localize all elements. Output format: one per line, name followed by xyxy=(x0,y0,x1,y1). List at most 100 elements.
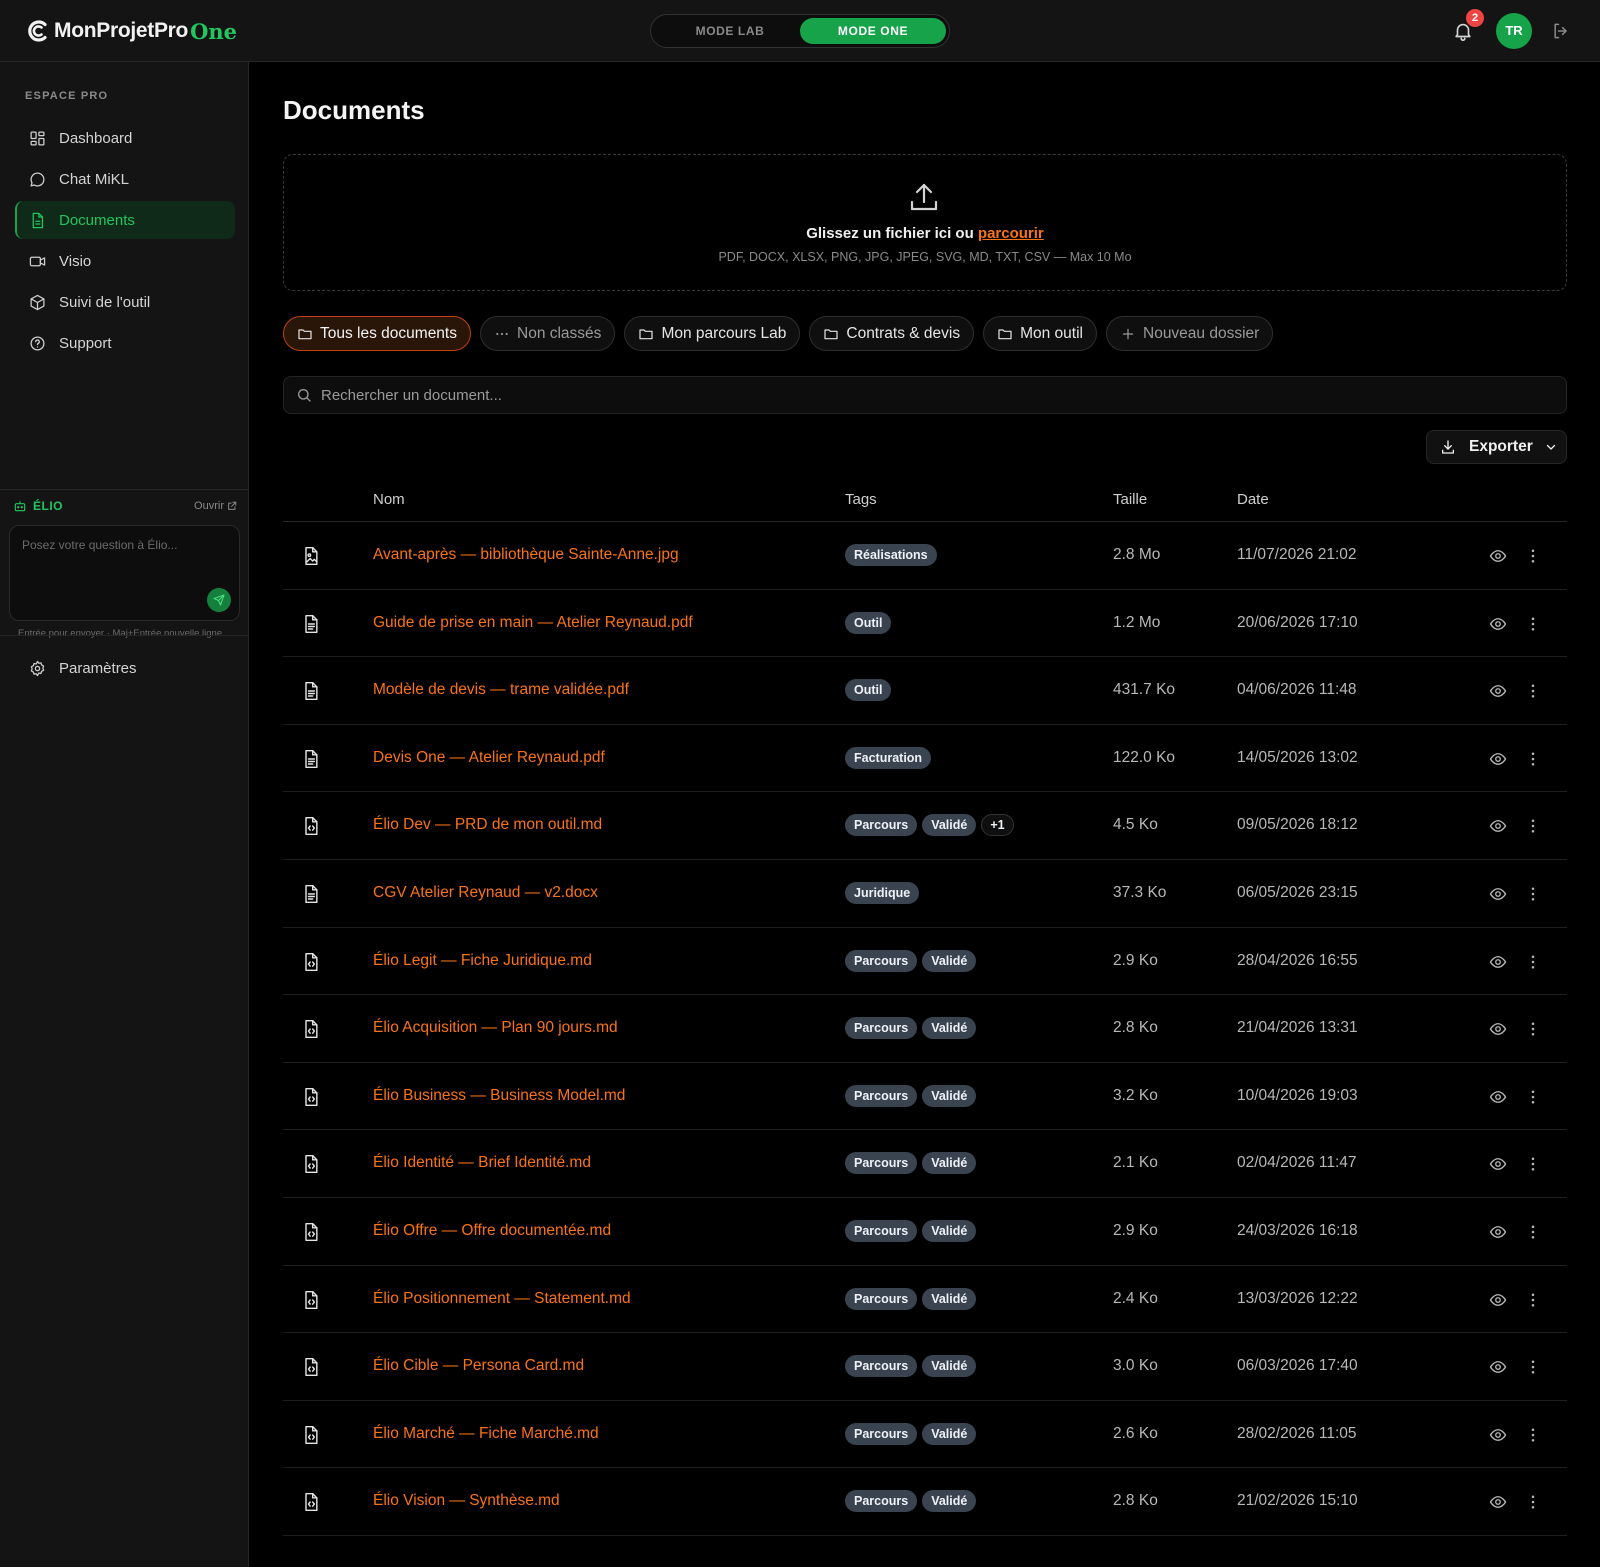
sidebar-item-chat-mikl[interactable]: Chat MiKL xyxy=(15,160,235,198)
eye-icon[interactable] xyxy=(1489,1493,1507,1511)
eye-icon[interactable] xyxy=(1489,885,1507,903)
more-tags-badge[interactable]: +1 xyxy=(981,814,1014,837)
sidebar-item-documents[interactable]: Documents xyxy=(15,201,235,239)
sidebar-item-visio[interactable]: Visio xyxy=(15,242,235,280)
more-vertical-icon[interactable] xyxy=(1524,1493,1542,1511)
document-name-link[interactable]: Élio Identité — Brief Identité.md xyxy=(373,1154,591,1172)
eye-icon[interactable] xyxy=(1489,750,1507,768)
eye-icon[interactable] xyxy=(1489,1358,1507,1376)
document-name-link[interactable]: Élio Offre — Offre documentée.md xyxy=(373,1222,611,1240)
document-name-link[interactable]: Élio Business — Business Model.md xyxy=(373,1087,625,1105)
document-name-link[interactable]: Élio Legit — Fiche Juridique.md xyxy=(373,952,592,970)
tag-badge: Validé xyxy=(922,1017,977,1040)
table-row[interactable]: Avant-après — bibliothèque Sainte-Anne.j… xyxy=(283,522,1567,590)
table-row[interactable]: Élio Dev — PRD de mon outil.md Parcours Va… xyxy=(283,792,1567,860)
table-row[interactable]: Élio Vision — Synthèse.md Parcours Validé 2… xyxy=(283,1468,1567,1536)
eye-icon[interactable] xyxy=(1489,1088,1507,1106)
folder-chip-all[interactable]: Tous les documents xyxy=(283,316,471,351)
tag-badge: Parcours xyxy=(845,814,918,837)
table-row[interactable]: Élio Offre — Offre documentée.md Parcours… xyxy=(283,1198,1567,1266)
table-row[interactable]: CGV Atelier Reynaud — v2.docx Juridique 37… xyxy=(283,860,1567,928)
eye-icon[interactable] xyxy=(1489,1426,1507,1444)
elio-send-button[interactable] xyxy=(207,588,231,612)
table-row[interactable]: Élio Marché — Fiche Marché.md Parcours Val… xyxy=(283,1401,1567,1469)
table-row[interactable]: Modèle de devis — trame validée.pdf Outil… xyxy=(283,657,1567,725)
eye-icon[interactable] xyxy=(1489,1155,1507,1173)
browse-link[interactable]: parcourir xyxy=(978,225,1044,242)
column-header-size[interactable]: Taille xyxy=(1113,491,1147,508)
document-name-link[interactable]: Guide de prise en main — Atelier Reynaud… xyxy=(373,614,693,632)
eye-icon[interactable] xyxy=(1489,817,1507,835)
upload-icon xyxy=(910,183,938,211)
more-vertical-icon[interactable] xyxy=(1524,615,1542,633)
table-row[interactable]: Élio Positionnement — Statement.md Parcou… xyxy=(283,1266,1567,1334)
export-button[interactable]: Exporter xyxy=(1426,430,1567,464)
document-name-link[interactable]: Devis One — Atelier Reynaud.pdf xyxy=(373,749,605,767)
document-name-link[interactable]: Élio Dev — PRD de mon outil.md xyxy=(373,816,602,834)
more-vertical-icon[interactable] xyxy=(1524,682,1542,700)
mode-lab-button[interactable]: MODE LAB xyxy=(665,18,795,44)
document-name-link[interactable]: Élio Acquisition — Plan 90 jours.md xyxy=(373,1019,618,1037)
folder-chip-contrats[interactable]: Contrats & devis xyxy=(809,316,975,351)
app-logo[interactable]: MonProjetPro One xyxy=(26,16,237,46)
table-row[interactable]: Élio Identité — Brief Identité.md Parcour… xyxy=(283,1130,1567,1198)
eye-icon[interactable] xyxy=(1489,1291,1507,1309)
search-input[interactable] xyxy=(321,386,1521,404)
elio-open-link[interactable]: Ouvrir xyxy=(194,500,237,512)
document-tags: Parcours Validé xyxy=(845,1355,977,1378)
logout-icon[interactable] xyxy=(1551,21,1571,41)
tag-badge: Parcours xyxy=(845,1355,918,1378)
mode-one-button[interactable]: MODE ONE xyxy=(800,18,946,44)
more-vertical-icon[interactable] xyxy=(1524,1088,1542,1106)
document-name-link[interactable]: CGV Atelier Reynaud — v2.docx xyxy=(373,884,598,902)
document-name-link[interactable]: Avant-après — bibliothèque Sainte-Anne.j… xyxy=(373,546,679,564)
document-date: 24/03/2026 16:18 xyxy=(1237,1221,1358,1239)
more-vertical-icon[interactable] xyxy=(1524,1426,1542,1444)
eye-icon[interactable] xyxy=(1489,682,1507,700)
table-row[interactable]: Devis One — Atelier Reynaud.pdf Facturati… xyxy=(283,725,1567,793)
document-size: 2.1 Ko xyxy=(1113,1154,1158,1172)
new-folder-button[interactable]: Nouveau dossier xyxy=(1106,316,1274,351)
upload-dropzone[interactable]: Glissez un fichier ici ou parcourir PDF,… xyxy=(283,154,1567,291)
folder-chip-unclassified[interactable]: Non classés xyxy=(480,316,616,351)
eye-icon[interactable] xyxy=(1489,547,1507,565)
more-vertical-icon[interactable] xyxy=(1524,817,1542,835)
eye-icon[interactable] xyxy=(1489,615,1507,633)
avatar[interactable]: TR xyxy=(1496,13,1532,49)
document-name-link[interactable]: Élio Vision — Synthèse.md xyxy=(373,1492,560,1510)
more-vertical-icon[interactable] xyxy=(1524,1358,1542,1376)
document-name-link[interactable]: Élio Cible — Persona Card.md xyxy=(373,1357,584,1375)
tag-badge: Validé xyxy=(922,1490,977,1513)
more-vertical-icon[interactable] xyxy=(1524,1291,1542,1309)
table-row[interactable]: Élio Cible — Persona Card.md Parcours Vali… xyxy=(283,1333,1567,1401)
table-row[interactable]: Élio Acquisition — Plan 90 jours.md Parco… xyxy=(283,995,1567,1063)
elio-input-box[interactable]: Posez votre question à Élio... xyxy=(9,525,240,621)
more-vertical-icon[interactable] xyxy=(1524,953,1542,971)
more-vertical-icon[interactable] xyxy=(1524,547,1542,565)
folder-chip-parcours-lab[interactable]: Mon parcours Lab xyxy=(624,316,801,351)
eye-icon[interactable] xyxy=(1489,953,1507,971)
eye-icon[interactable] xyxy=(1489,1020,1507,1038)
sidebar-item-suivi[interactable]: Suivi de l'outil xyxy=(15,283,235,321)
tag-badge: Outil xyxy=(845,611,892,634)
more-vertical-icon[interactable] xyxy=(1524,885,1542,903)
document-name-link[interactable]: Élio Marché — Fiche Marché.md xyxy=(373,1425,599,1443)
more-vertical-icon[interactable] xyxy=(1524,1155,1542,1173)
more-vertical-icon[interactable] xyxy=(1524,750,1542,768)
folder-chip-mon-outil[interactable]: Mon outil xyxy=(983,316,1097,351)
more-vertical-icon[interactable] xyxy=(1524,1020,1542,1038)
column-header-name[interactable]: Nom xyxy=(373,491,405,508)
sidebar-item-dashboard[interactable]: Dashboard xyxy=(15,119,235,157)
sidebar-item-settings[interactable]: Paramètres xyxy=(15,649,235,687)
eye-icon[interactable] xyxy=(1489,1223,1507,1241)
column-header-date[interactable]: Date xyxy=(1237,491,1269,508)
elio-input-placeholder[interactable]: Posez votre question à Élio... xyxy=(22,538,177,552)
table-row[interactable]: Élio Business — Business Model.md Parcour… xyxy=(283,1063,1567,1131)
document-name-link[interactable]: Élio Positionnement — Statement.md xyxy=(373,1290,631,1308)
table-row[interactable]: Élio Legit — Fiche Juridique.md Parcours V… xyxy=(283,928,1567,996)
more-vertical-icon[interactable] xyxy=(1524,1223,1542,1241)
document-name-link[interactable]: Modèle de devis — trame validée.pdf xyxy=(373,681,629,699)
sidebar-item-support[interactable]: Support xyxy=(15,324,235,362)
table-row[interactable]: Guide de prise en main — Atelier Reynaud… xyxy=(283,590,1567,658)
document-date: 11/07/2026 21:02 xyxy=(1237,546,1357,563)
